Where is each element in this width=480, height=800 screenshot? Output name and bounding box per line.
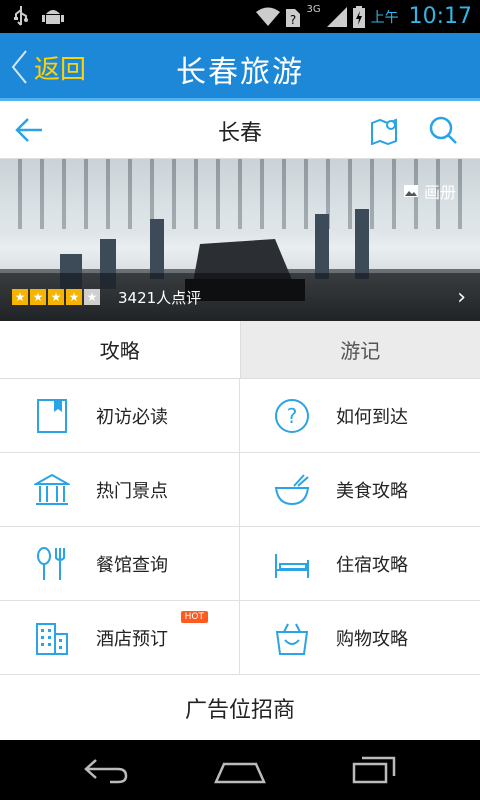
signal-icon <box>326 6 347 27</box>
ad-banner[interactable]: 广告位招商 <box>0 676 480 740</box>
city-title: 长春 <box>217 121 262 146</box>
grid-item-food-guide[interactable]: 美食攻略 <box>240 453 480 527</box>
star-icon: ★ <box>12 289 28 305</box>
sim-question-icon: ? <box>286 8 301 27</box>
wifi-icon <box>256 7 281 26</box>
grid-item-label: 如何到达 <box>336 406 408 428</box>
hot-badge: HOT <box>180 610 208 623</box>
grid-item-label: 美食攻略 <box>336 480 408 502</box>
search-icon <box>429 116 457 144</box>
grid-item-label: 购物攻略 <box>336 628 408 650</box>
star-icon: ★ <box>66 289 82 305</box>
svg-text:?: ? <box>287 404 298 428</box>
grid-item-attractions[interactable]: 热门景点 <box>0 453 240 527</box>
nav-home-icon[interactable] <box>214 752 266 786</box>
android-debug-icon <box>42 10 64 24</box>
usb-icon <box>14 6 28 26</box>
spoon-fork-icon <box>32 544 72 584</box>
grid-item-how-to-arrive[interactable]: ? 如何到达 <box>240 379 480 453</box>
status-clock: 10:17 <box>408 4 472 29</box>
tab-bar: 攻略 游记 <box>0 321 480 379</box>
rating-strip: ★ ★ ★ ★ ★ 3421人点评 › <box>0 273 480 321</box>
app-bar: 返回 长春旅游 <box>0 33 480 101</box>
grid-item-label: 住宿攻略 <box>336 554 408 576</box>
image-icon <box>403 185 418 197</box>
grid-item-first-visit[interactable]: 初访必读 <box>0 379 240 453</box>
status-bar: ? 3G 上午 10:17 <box>0 0 480 33</box>
tab-guide[interactable]: 攻略 <box>0 321 240 378</box>
nav-recents-icon[interactable] <box>350 752 398 786</box>
guide-grid: 初访必读 ? 如何到达 热门景点 美食攻略 餐馆查询 住宿攻略 酒店预订 HOT… <box>0 379 480 675</box>
building-icon <box>32 618 72 658</box>
temple-icon <box>32 470 72 510</box>
status-ampm: 上午 <box>370 9 399 26</box>
grid-item-hotel-booking[interactable]: 酒店预订 HOT <box>0 601 240 675</box>
battery-icon <box>352 5 365 28</box>
question-icon: ? <box>272 396 312 436</box>
city-header: 长春 <box>0 101 480 159</box>
grid-item-text: 酒店预订 <box>96 628 168 650</box>
system-nav-bar <box>0 740 480 800</box>
star-empty-icon: ★ <box>84 289 100 305</box>
grid-item-lodging-guide[interactable]: 住宿攻略 <box>240 527 480 601</box>
grid-item-label: 初访必读 <box>96 406 168 428</box>
star-icon: ★ <box>48 289 64 305</box>
app-title: 长春旅游 <box>176 55 304 90</box>
bookmark-icon <box>32 396 72 436</box>
destination-banner[interactable]: 画册 ★ ★ ★ ★ ★ 3421人点评 › <box>0 159 480 321</box>
grid-item-label: 餐馆查询 <box>96 554 168 576</box>
grid-item-restaurant-search[interactable]: 餐馆查询 <box>0 527 240 601</box>
grid-item-label: 酒店预订 HOT <box>96 610 208 651</box>
network-type-label: 3G <box>306 4 321 15</box>
search-button[interactable] <box>428 115 458 149</box>
chevron-right-icon[interactable]: › <box>457 285 466 310</box>
grid-item-shopping-guide[interactable]: 购物攻略 <box>240 601 480 675</box>
review-count: 3421人点评 <box>118 289 202 307</box>
rating-stars: ★ ★ ★ ★ ★ <box>12 289 100 305</box>
tab-travelogue[interactable]: 游记 <box>239 321 480 378</box>
bed-icon <box>272 544 312 584</box>
map-pin-icon <box>371 118 397 146</box>
star-icon: ★ <box>30 289 46 305</box>
album-label: 画册 <box>423 183 456 202</box>
album-button[interactable]: 画册 <box>403 179 456 203</box>
status-right-icons: ? 3G 上午 10:17 <box>256 0 472 33</box>
grid-item-label: 热门景点 <box>96 480 168 502</box>
svg-text:?: ? <box>290 13 296 27</box>
map-button[interactable] <box>370 115 402 149</box>
status-left-icons <box>12 5 64 27</box>
shopping-bag-icon <box>272 618 312 658</box>
bowl-icon <box>272 470 312 510</box>
nav-back-icon[interactable] <box>82 752 130 786</box>
